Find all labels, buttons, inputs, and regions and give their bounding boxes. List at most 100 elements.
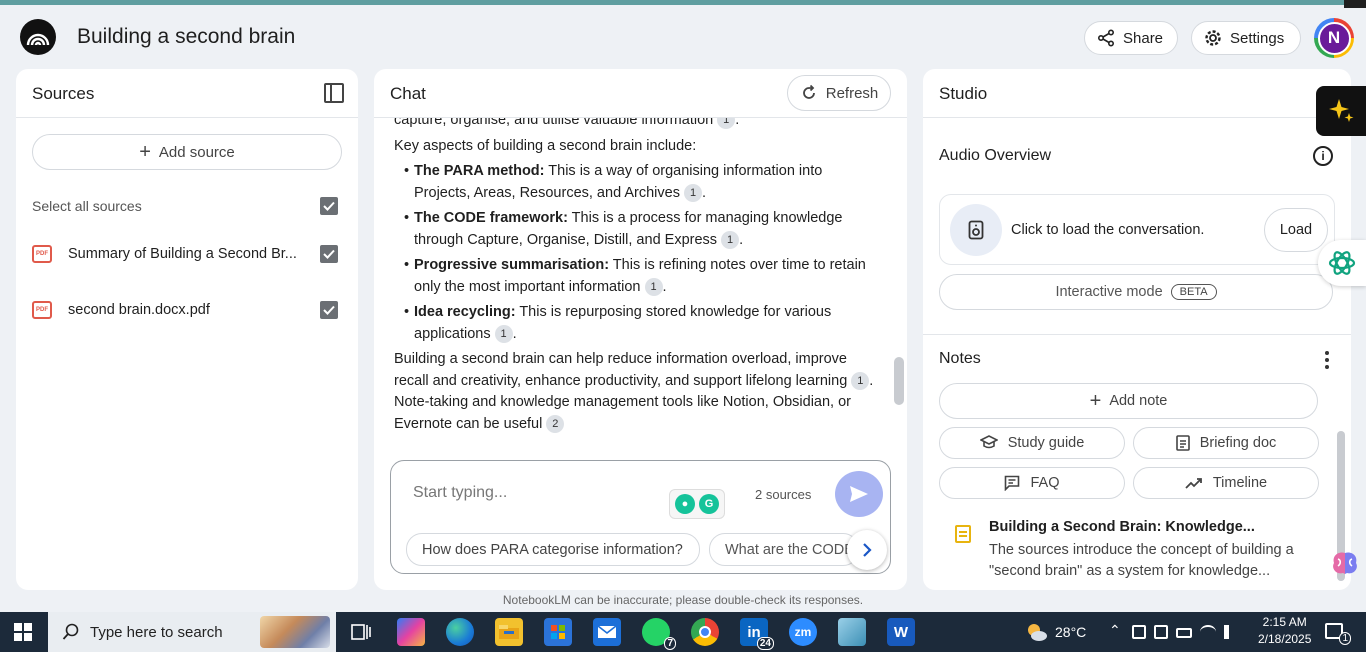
settings-button[interactable]: Settings <box>1191 21 1301 55</box>
audio-overview-card: Click to load the conversation. Load <box>939 194 1335 265</box>
chat-scrollbar[interactable] <box>894 357 904 405</box>
source-item[interactable]: PDF Summary of Building a Second Br... <box>32 242 342 266</box>
system-clock[interactable]: 2:15 AM 2/18/2025 <box>1258 614 1311 648</box>
chat-title: Chat <box>390 84 426 103</box>
notification-badge: 1 <box>1339 632 1351 645</box>
notification-icon[interactable]: 1 <box>1325 623 1351 645</box>
add-note-button[interactable]: + Add note <box>939 383 1318 419</box>
citation-chip[interactable]: 2 <box>546 414 565 433</box>
word-label: W <box>893 623 909 641</box>
load-button[interactable]: Load <box>1264 208 1328 252</box>
refresh-button[interactable]: Refresh <box>787 75 891 111</box>
beta-badge: BETA <box>1170 284 1217 300</box>
info-icon[interactable]: i <box>1313 146 1333 166</box>
edge-browser-icon[interactable] <box>446 618 474 646</box>
sparkle-extension-icon[interactable] <box>1316 86 1366 136</box>
bullet-item: The CODE framework: This is a process fo… <box>404 208 874 251</box>
sources-title: Sources <box>32 84 95 103</box>
taskbar-search[interactable]: Type here to search <box>48 612 336 652</box>
pdf-icon: PDF <box>32 245 52 263</box>
add-note-label: Add note <box>1109 393 1168 409</box>
suggestion-chip[interactable]: What are the CODE <box>709 533 859 566</box>
file-explorer-icon[interactable] <box>495 618 523 646</box>
windows-taskbar: Type here to search 7 in 24 zm W 28°C ⌃ <box>0 612 1366 652</box>
share-label: Share <box>1123 29 1164 47</box>
suggestion-chip[interactable]: How does PARA categorise information? <box>406 533 700 566</box>
word-icon[interactable]: W <box>887 618 915 646</box>
linkedin-badge: 24 <box>756 637 774 650</box>
more-options-icon[interactable] <box>1325 351 1329 369</box>
notebooklm-logo-icon[interactable] <box>20 19 56 55</box>
add-source-label: Add source <box>158 143 235 161</box>
add-source-button[interactable]: + Add source <box>32 134 342 170</box>
send-icon <box>850 486 868 502</box>
citation-chip[interactable]: 1 <box>851 371 870 390</box>
document-icon <box>1175 435 1190 451</box>
divider <box>923 334 1351 335</box>
bullet-item: Idea recycling: This is repurposing stor… <box>404 302 874 345</box>
citation-chip[interactable]: 1 <box>684 183 702 202</box>
whatsapp-icon[interactable]: 7 <box>642 618 676 650</box>
timeline-button[interactable]: Timeline <box>1133 467 1319 499</box>
note-title: Building a Second Brain: Knowledge... <box>989 519 1255 535</box>
citation-chip[interactable]: 1 <box>494 324 513 343</box>
study-guide-button[interactable]: Study guide <box>939 427 1125 459</box>
linkedin-icon[interactable]: in 24 <box>740 618 774 650</box>
clock-date: 2/18/2025 <box>1258 632 1312 646</box>
notebook-title[interactable]: Building a second brain <box>77 25 295 49</box>
audio-load-text: Click to load the conversation. <box>1011 222 1205 238</box>
source-item[interactable]: PDF second brain.docx.pdf <box>32 298 342 322</box>
studio-panel: Studio Audio Overview i Click to load th… <box>923 69 1351 590</box>
source-checkbox[interactable] <box>320 245 338 263</box>
microsoft-store-icon[interactable] <box>544 618 572 646</box>
zoom-icon[interactable]: zm <box>789 618 817 646</box>
chat-panel: Chat Refresh capture, organise, and util… <box>374 69 907 590</box>
bullet-item: Progressive summarisation: This is refin… <box>404 255 874 298</box>
user-avatar[interactable]: N <box>1314 18 1354 58</box>
faq-button[interactable]: FAQ <box>939 467 1125 499</box>
task-view-icon[interactable] <box>347 618 375 646</box>
citation-chip[interactable]: 1 <box>721 230 740 249</box>
note-item[interactable]: Building a Second Brain: Knowledge... Th… <box>939 515 1334 579</box>
studio-title: Studio <box>939 84 988 103</box>
mail-icon[interactable] <box>593 618 621 646</box>
disclaimer-text: NotebookLM can be inaccurate; please dou… <box>502 593 864 607</box>
source-label: second brain.docx.pdf <box>68 302 210 318</box>
interactive-mode-button[interactable]: Interactive mode BETA <box>939 274 1333 310</box>
chrome-icon[interactable] <box>691 618 719 646</box>
chat-input[interactable]: Start typing... <box>413 484 507 502</box>
sources-header: Sources <box>16 69 358 118</box>
grammarly-widget[interactable]: ● G <box>669 489 725 519</box>
battery-icon <box>1176 628 1192 638</box>
refresh-label: Refresh <box>825 84 879 102</box>
sources-panel: Sources + Add source Select all sources … <box>16 69 358 590</box>
plus-icon: + <box>139 141 151 163</box>
citation-chip[interactable]: 1 <box>717 118 736 130</box>
gear-icon <box>1205 30 1221 46</box>
weather-icon[interactable] <box>1024 621 1048 643</box>
source-count: 2 sources <box>755 487 812 502</box>
briefing-doc-button[interactable]: Briefing doc <box>1133 427 1319 459</box>
brain-extension-icon[interactable] <box>1330 550 1360 578</box>
response-partial-line: capture, organise, and utilise valuable … <box>394 118 874 132</box>
source-checkbox[interactable] <box>320 301 338 319</box>
system-tray-icons[interactable] <box>1132 625 1250 641</box>
collapse-panel-icon[interactable] <box>324 83 344 103</box>
chatgpt-extension-icon[interactable] <box>1318 240 1366 286</box>
chevron-right-icon[interactable] <box>847 530 887 570</box>
windows-start-icon[interactable] <box>14 623 32 641</box>
send-button[interactable] <box>835 471 883 517</box>
trending-icon <box>1185 478 1202 489</box>
bullet-item: The PARA method: This is a way of organi… <box>404 161 874 204</box>
screenshot-icon <box>1154 625 1168 639</box>
copilot-icon[interactable] <box>397 618 425 646</box>
settings-label: Settings <box>1230 29 1285 47</box>
select-all-checkbox[interactable] <box>320 197 338 215</box>
notepad-icon[interactable] <box>838 618 866 646</box>
plus-icon: + <box>1089 390 1102 412</box>
search-highlight-image <box>260 616 330 648</box>
share-button[interactable]: Share <box>1084 21 1178 55</box>
chevron-up-icon[interactable]: ⌃ <box>1109 622 1121 639</box>
chat-response: capture, organise, and utilise valuable … <box>394 118 874 458</box>
citation-chip[interactable]: 1 <box>644 277 663 296</box>
